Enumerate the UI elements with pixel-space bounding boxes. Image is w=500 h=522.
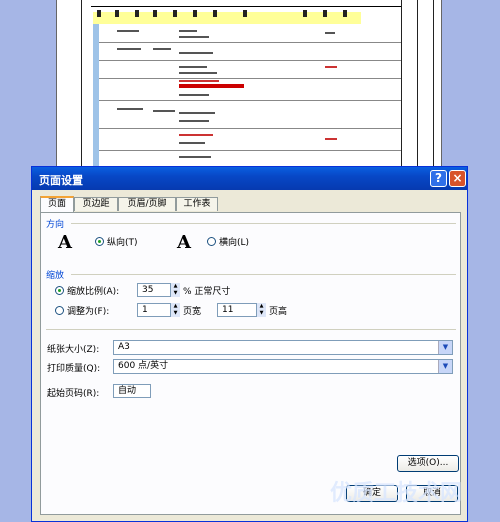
first-page-input[interactable]: 自动 <box>113 384 151 398</box>
preview-text <box>179 30 197 32</box>
header-mark <box>303 10 307 17</box>
preview-text <box>325 66 337 68</box>
tab-sheet[interactable]: 工作表 <box>176 197 218 211</box>
header-mark <box>115 10 119 17</box>
paper-size-value: A3 <box>118 342 130 352</box>
fit-tall-spinner[interactable]: ▲ ▼ <box>257 303 266 317</box>
preview-header-band <box>93 12 361 24</box>
paper-size-select[interactable]: A3 ▼ <box>113 340 453 355</box>
header-mark <box>343 10 347 17</box>
preview-text <box>179 36 209 38</box>
spin-up-icon[interactable]: ▲ <box>171 283 180 290</box>
fit-to-radio[interactable] <box>55 306 64 315</box>
dialog-title: 页面设置 <box>39 174 83 187</box>
print-quality-value: 600 点/英寸 <box>118 361 169 371</box>
portrait-radio[interactable] <box>95 237 104 246</box>
header-mark <box>213 10 217 17</box>
page-top-rule <box>91 6 401 7</box>
fit-pages-wide-input[interactable]: 1 <box>137 303 171 317</box>
first-page-label: 起始页码(R): <box>47 389 100 399</box>
adjust-to-radio[interactable] <box>55 286 64 295</box>
page-tab-panel: 方向 A 纵向(T) A 横向(L) 缩放 缩放比例(A): 35 ▲ ▼ % 正… <box>40 212 461 515</box>
preview-text <box>325 32 335 34</box>
group-divider <box>71 223 456 224</box>
print-quality-label: 打印质量(Q): <box>47 364 101 374</box>
tab-header-footer[interactable]: 页眉/页脚 <box>118 197 176 211</box>
header-mark <box>135 10 139 17</box>
preview-text <box>179 156 211 158</box>
preview-text <box>325 138 337 140</box>
spin-down-icon[interactable]: ▼ <box>171 310 180 317</box>
watermark-logo: 优质工技术网 <box>330 481 463 506</box>
group-divider <box>46 329 456 330</box>
scaling-group-label: 缩放 <box>46 271 65 281</box>
preview-row-line <box>99 128 401 129</box>
preview-text <box>179 142 205 144</box>
landscape-icon: A <box>177 232 191 253</box>
preview-row-line <box>99 150 401 151</box>
adjust-to-label[interactable]: 缩放比例(A): <box>67 284 119 297</box>
preview-row-line <box>99 60 401 61</box>
preview-text <box>179 72 217 74</box>
tab-page[interactable]: 页面 <box>40 196 74 212</box>
portrait-icon: A <box>58 232 72 253</box>
preview-blue-column <box>93 24 99 174</box>
scale-percent-input[interactable]: 35 <box>137 283 171 297</box>
chevron-down-icon[interactable]: ▼ <box>438 341 452 354</box>
preview-text <box>117 48 141 50</box>
spin-down-icon[interactable]: ▼ <box>257 310 266 317</box>
fit-tall-suffix: 页高 <box>269 307 288 317</box>
header-mark <box>153 10 157 17</box>
scale-percent-spinner[interactable]: ▲ ▼ <box>171 283 180 297</box>
header-mark <box>173 10 177 17</box>
fit-wide-suffix: 页宽 <box>183 307 202 317</box>
preview-text <box>153 110 175 112</box>
spin-up-icon[interactable]: ▲ <box>171 303 180 310</box>
preview-text <box>117 108 143 110</box>
close-button[interactable]: × <box>449 170 466 187</box>
adjust-suffix: % 正常尺寸 <box>183 287 231 297</box>
preview-row-line <box>99 78 401 79</box>
landscape-label[interactable]: 横向(L) <box>219 235 249 248</box>
preview-text <box>179 52 213 54</box>
preview-text <box>179 120 209 122</box>
preview-text <box>179 94 209 96</box>
preview-text <box>117 30 139 32</box>
preview-text <box>179 134 213 136</box>
dialog-title-bar[interactable]: 页面设置 ? × <box>32 167 467 190</box>
fit-pages-tall-input[interactable]: 11 <box>217 303 257 317</box>
header-mark <box>323 10 327 17</box>
orientation-group-label: 方向 <box>46 220 65 230</box>
fit-to-label[interactable]: 调整为(F): <box>67 304 109 317</box>
print-quality-select[interactable]: 600 点/英寸 ▼ <box>113 359 453 374</box>
header-mark <box>193 10 197 17</box>
preview-text <box>179 80 219 82</box>
paper-size-label: 纸张大小(Z): <box>47 345 100 355</box>
options-button[interactable]: 选项(O)... <box>397 455 459 472</box>
spin-up-icon[interactable]: ▲ <box>257 303 266 310</box>
tab-margins[interactable]: 页边距 <box>74 197 118 211</box>
preview-highlight-bar <box>179 84 244 88</box>
preview-row-line <box>99 100 401 101</box>
header-mark <box>97 10 101 17</box>
preview-text <box>153 48 171 50</box>
group-divider <box>71 274 456 275</box>
header-mark <box>243 10 247 17</box>
preview-text <box>179 112 215 114</box>
help-button[interactable]: ? <box>430 170 447 187</box>
preview-text <box>179 66 207 68</box>
fit-wide-spinner[interactable]: ▲ ▼ <box>171 303 180 317</box>
spin-down-icon[interactable]: ▼ <box>171 290 180 297</box>
portrait-label[interactable]: 纵向(T) <box>107 235 138 248</box>
landscape-radio[interactable] <box>207 237 216 246</box>
chevron-down-icon[interactable]: ▼ <box>438 360 452 373</box>
page-setup-dialog: 页面设置 ? × 页面 页边距 页眉/页脚 工作表 方向 A 纵向(T) A 横… <box>31 166 468 522</box>
preview-row-line <box>99 42 401 43</box>
